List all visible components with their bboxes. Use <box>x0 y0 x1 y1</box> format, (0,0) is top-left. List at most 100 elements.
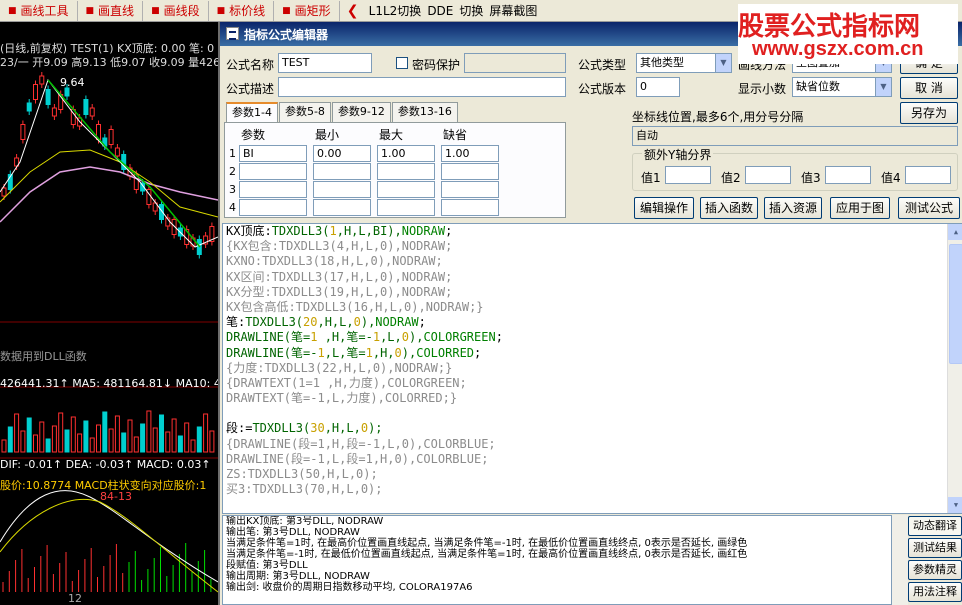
output-scrollbar[interactable] <box>892 515 908 605</box>
code-token: DRAWLINE(笔= <box>226 330 311 345</box>
code-line: {DRAWLINE(段=1,H,段=-1,L,0),COLORBLUE; <box>223 437 962 452</box>
param-wizard-button[interactable]: 参数精灵 <box>908 560 962 580</box>
chevron-down-icon: ▼ <box>715 54 731 72</box>
chart-quote: 23/一 开9.09 高9.13 低9.07 收9.09 量4264 <box>0 56 218 69</box>
save-as-button[interactable]: 另存为 <box>900 102 958 124</box>
param-max-cell[interactable] <box>377 181 435 198</box>
volume-bar <box>7 426 13 453</box>
formula-version-input[interactable]: 0 <box>636 77 680 97</box>
toolbar-switch[interactable]: 切换 <box>456 2 486 19</box>
ma-line <box>0 166 218 223</box>
param-tabs: 参数1-4 参数5-8 参数9-12 参数13-16 <box>226 102 459 123</box>
tab-params-9-12[interactable]: 参数9-12 <box>331 102 391 122</box>
decimals-select[interactable]: 缺省位数 ▼ <box>792 77 892 97</box>
code-editor[interactable]: KX顶底:TDXDLL3(1,H,L,BI),NODRAW; {KX包含:TDXD… <box>222 223 962 514</box>
chart-canvas <box>0 72 218 593</box>
usage-notes-button[interactable]: 用法注释 <box>908 582 962 602</box>
yaxis-value-label: 值3 <box>801 171 821 185</box>
candle-body <box>20 124 26 140</box>
dll-note: 数据用到DLL函数 <box>0 350 87 363</box>
param-max-cell[interactable]: 1.00 <box>377 145 435 162</box>
date-tick: 12 <box>68 592 82 605</box>
param-min-cell[interactable] <box>313 181 371 198</box>
insert-resource-button[interactable]: 插入资源 <box>764 197 822 219</box>
param-min-cell[interactable] <box>313 163 371 180</box>
param-default-cell[interactable]: 1.00 <box>441 145 499 162</box>
password-checkbox[interactable] <box>396 57 408 69</box>
yaxis-value3-input[interactable] <box>825 166 871 184</box>
code-token: 段:= <box>226 421 253 436</box>
yaxis-value2-input[interactable] <box>745 166 791 184</box>
output-line: 段赋值: 第3号DLL <box>226 560 308 571</box>
yaxis-value-label: 值4 <box>881 171 901 185</box>
code-token: TDXDLL3( <box>271 224 330 238</box>
toolbar-rectangle[interactable]: ■ 画矩形 <box>274 0 340 21</box>
param-row-number: 3 <box>229 183 236 196</box>
yaxis-value4-input[interactable] <box>905 166 951 184</box>
yaxis-value1-input[interactable] <box>665 166 711 184</box>
bullet-icon: ■ <box>282 5 291 16</box>
candle-body <box>33 84 38 100</box>
toolbar-segment[interactable]: ■ 画线段 <box>143 0 209 21</box>
param-row-number: 2 <box>229 165 236 178</box>
tab-params-5-8[interactable]: 参数5-8 <box>278 102 331 122</box>
candle-body <box>108 129 114 145</box>
param-max-cell[interactable] <box>377 199 435 216</box>
code-token: ,H, <box>372 345 395 360</box>
param-name-cell[interactable] <box>239 163 307 180</box>
code-line: 笔:TDXDLL3(20,H,L,0),NODRAW; <box>223 315 962 330</box>
toolbar-draw-tools[interactable]: ■ 画线工具 <box>0 0 78 21</box>
scroll-down-icon[interactable]: ▼ <box>948 497 962 513</box>
macd-bars <box>2 543 212 592</box>
formula-desc-label: 公式描述 <box>226 82 275 96</box>
toolbar-line[interactable]: ■ 画直线 <box>78 0 144 21</box>
code-line: KX包含高低:TDXDLL3(16,H,L,0),NODRAW;} <box>223 300 962 315</box>
test-result-button[interactable]: 测试结果 <box>908 538 962 558</box>
volume-bar <box>83 420 89 453</box>
tab-params-1-4[interactable]: 参数1-4 <box>226 102 278 123</box>
edit-ops-button[interactable]: 编辑操作 <box>634 197 694 219</box>
toolbar-price-line[interactable]: ■ 标价线 <box>209 0 275 21</box>
toolbar-label: 画线段 <box>163 4 200 18</box>
insert-function-button[interactable]: 插入函数 <box>700 197 758 219</box>
param-default-cell[interactable] <box>441 163 499 180</box>
code-token: ), <box>409 330 424 345</box>
coord-input[interactable]: 自动 <box>632 126 958 146</box>
scroll-up-icon[interactable]: ▲ <box>948 224 962 240</box>
toolbar-l1l2-switch[interactable]: L1L2切换 <box>366 2 425 19</box>
password-input[interactable] <box>464 53 566 73</box>
volume-bar <box>1 439 7 453</box>
volume-bar <box>64 429 70 453</box>
formula-type-select[interactable]: 其他类型 ▼ <box>636 53 732 73</box>
code-token: ,H,L,BI), <box>336 224 402 238</box>
apply-to-chart-button[interactable]: 应用于图 <box>830 197 890 219</box>
param-min-cell[interactable]: 0.00 <box>313 145 371 162</box>
volume-bar <box>196 426 202 453</box>
volume-bar <box>58 412 64 453</box>
param-name-cell[interactable] <box>239 199 307 216</box>
chevron-left-icon[interactable]: ❮ <box>340 3 366 19</box>
ma-line <box>0 78 218 248</box>
cancel-button[interactable]: 取 消 <box>900 77 958 99</box>
param-default-cell[interactable] <box>441 199 499 216</box>
formula-name-input[interactable]: TEST <box>278 53 372 73</box>
param-name-cell[interactable]: BI <box>239 145 307 162</box>
param-name-cell[interactable] <box>239 181 307 198</box>
candlestick-series <box>1 72 215 259</box>
dynamic-translate-button[interactable]: 动态翻译 <box>908 516 962 536</box>
volume-bar <box>102 411 108 453</box>
param-min-cell[interactable] <box>313 199 371 216</box>
decimals-label: 显示小数 <box>738 82 787 96</box>
formula-desc-input[interactable] <box>278 77 566 97</box>
editor-scrollbar[interactable]: ▲ ▼ <box>947 224 962 513</box>
toolbar-screenshot[interactable]: 屏幕截图 <box>486 2 540 19</box>
dialog-title: 指标公式编辑器 <box>244 27 329 42</box>
volume-bar <box>184 422 190 453</box>
toolbar-dde[interactable]: DDE <box>424 4 456 18</box>
param-max-cell[interactable] <box>377 163 435 180</box>
test-formula-button[interactable]: 测试公式 <box>898 197 960 219</box>
param-default-cell[interactable] <box>441 181 499 198</box>
scroll-thumb[interactable] <box>949 244 962 364</box>
code-token: 笔: <box>226 315 246 330</box>
tab-params-13-16[interactable]: 参数13-16 <box>391 102 458 122</box>
